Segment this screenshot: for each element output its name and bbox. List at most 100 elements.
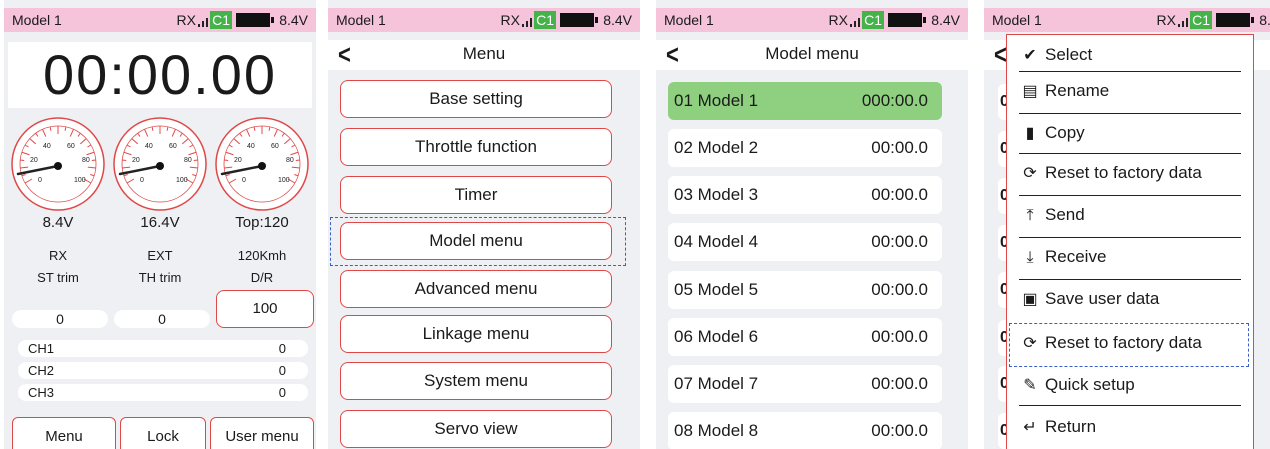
battery-icon [888, 13, 926, 27]
popup-item-select[interactable]: ✔ Select [1019, 45, 1241, 65]
popup-item-rename[interactable]: ▤ Rename [1019, 81, 1241, 101]
menu-item-model-menu[interactable]: Model menu [340, 222, 612, 260]
model-options-popup: ✔ Select ▤ Rename ▮ Copy ⟳ Reset to factory … [1006, 34, 1254, 449]
gauge-tick-label: 20 [234, 157, 242, 164]
model-menu-screen: Model 1 RX C1 8.4V < Model menu 01 Model… [656, 0, 968, 449]
gauge-tick-label: 60 [271, 143, 279, 150]
popup-item-reset-factory[interactable]: ⟳ Reset to factory data [1019, 163, 1241, 183]
check-icon: ✔ [1023, 47, 1037, 64]
popup-item-save-user-data[interactable]: ▣ Save user data [1019, 289, 1241, 309]
popup-item-label: Quick setup [1045, 375, 1135, 394]
gauge-dial: 20 40 60 80 0 100 [113, 117, 207, 211]
gauge-tick-label: 60 [67, 143, 75, 150]
gauge-tick-label: 0 [140, 177, 144, 184]
popup-item-send[interactable]: ⤒ Send [1019, 205, 1241, 225]
model-time: 00:00.0 [871, 280, 928, 299]
divider [1019, 237, 1241, 238]
divider [1019, 405, 1241, 406]
popup-item-label: Return [1045, 417, 1097, 436]
model-time: 00:00.0 [871, 374, 928, 393]
menu-item-servo-view[interactable]: Servo view [340, 410, 612, 448]
gauge-tick-label: 40 [247, 143, 255, 150]
popup-item-label: Select [1045, 45, 1093, 64]
page-title: Menu [462, 44, 506, 63]
menu-item-system-menu[interactable]: System menu [340, 362, 612, 400]
menu-button[interactable]: Menu [12, 417, 116, 449]
dr-label: D/R [250, 270, 274, 285]
gauge-1-value: 8.4V [42, 214, 74, 231]
divider [1019, 113, 1241, 114]
status-c1-badge: C1 [862, 11, 884, 29]
status-model-name: Model 1 [336, 12, 386, 28]
status-rx-label: RX [500, 12, 520, 28]
nav-bar: < Menu [328, 39, 640, 70]
divider [1019, 195, 1241, 196]
model-time: 00:00.0 [871, 138, 928, 157]
status-voltage: 8.4V [1259, 12, 1270, 28]
popup-item-quick-setup[interactable]: ✎ Quick setup [1019, 375, 1241, 395]
gauge-tick-label: 20 [30, 157, 38, 164]
back-icon[interactable]: < [994, 39, 1007, 70]
gauge-tick-label: 100 [278, 177, 290, 184]
menu-item-throttle-function[interactable]: Throttle function [340, 128, 612, 166]
model-name: 06 Model 6 [674, 327, 759, 346]
copy-icon: ▮ [1025, 125, 1035, 142]
gauge-dial: 20 40 60 80 0 100 [215, 117, 309, 211]
status-bar: Model 1 RX C1 8.4V [328, 8, 640, 32]
battery-icon [236, 13, 274, 27]
st-trim-value[interactable]: 0 [12, 310, 108, 328]
channel-row: CH2 0 [18, 362, 308, 379]
gauge-2-name: EXT [147, 248, 173, 263]
status-rx-label: RX [1156, 12, 1176, 28]
th-trim-label: TH trim [138, 270, 182, 285]
model-row[interactable]: 08 Model 8 00:00.0 [668, 412, 942, 449]
status-voltage: 8.4V [931, 12, 960, 28]
model-name: 05 Model 5 [674, 280, 759, 299]
popup-item-label: Reset to factory data [1045, 163, 1202, 182]
popup-item-label: Copy [1045, 123, 1085, 142]
popup-item-reset-factory-2[interactable]: ⟳ Reset to factory data [1019, 333, 1241, 353]
model-row[interactable]: 04 Model 4 00:00.0 [668, 223, 942, 261]
menu-item-linkage-menu[interactable]: Linkage menu [340, 315, 612, 353]
model-time: 000:00.0 [861, 91, 928, 110]
lock-button[interactable]: Lock [120, 417, 206, 449]
model-row[interactable]: 07 Model 7 00:00.0 [668, 365, 942, 403]
model-time: 00:00.0 [871, 421, 928, 440]
popup-item-label: Save user data [1045, 289, 1160, 308]
dr-value[interactable]: 100 [216, 290, 314, 328]
menu-item-base-setting[interactable]: Base setting [340, 80, 612, 118]
gauge-1-name: RX [48, 248, 68, 263]
menu-item-timer[interactable]: Timer [340, 176, 612, 214]
gauge-tick-label: 100 [74, 177, 86, 184]
model-time: 00:00.0 [871, 185, 928, 204]
save-icon: ▣ [1022, 291, 1038, 308]
channel-row: CH1 0 [18, 340, 308, 357]
home-screen: Model 1 RX C1 8.4V 00:00.00 20 40 60 80 0 100… [4, 0, 316, 449]
status-voltage: 8.4V [603, 12, 632, 28]
timer-display[interactable]: 00:00.00 [8, 42, 312, 108]
status-c1-badge: C1 [210, 11, 232, 29]
channel-name: CH2 [28, 363, 55, 378]
pencil-icon: ✎ [1023, 377, 1037, 394]
user-menu-button[interactable]: User menu [210, 417, 314, 449]
model-row[interactable]: 02 Model 2 00:00.0 [668, 129, 942, 167]
model-row[interactable]: 06 Model 6 00:00.0 [668, 318, 942, 356]
gauge-hub [258, 162, 266, 170]
model-row[interactable]: 05 Model 5 00:00.0 [668, 271, 942, 309]
model-name: 08 Model 8 [674, 421, 759, 440]
channel-value: 0 [278, 363, 286, 378]
popup-item-receive[interactable]: ⤓ Receive [1019, 247, 1241, 267]
model-row-selected[interactable]: 01 Model 1 000:00.0 [668, 82, 942, 120]
status-model-name: Model 1 [12, 12, 62, 28]
gauge-tick-label: 60 [169, 143, 177, 150]
gauge-dial: 20 40 60 80 0 100 [11, 117, 105, 211]
menu-item-advanced-menu[interactable]: Advanced menu [340, 270, 612, 308]
popup-item-copy[interactable]: ▮ Copy [1019, 123, 1241, 143]
model-row[interactable]: 03 Model 3 00:00.0 [668, 176, 942, 214]
channel-name: CH1 [28, 341, 55, 356]
th-trim-value[interactable]: 0 [114, 310, 210, 328]
popup-item-return[interactable]: ↵ Return [1019, 417, 1241, 437]
channel-name: CH3 [28, 385, 55, 400]
popup-item-label: Rename [1045, 81, 1110, 100]
refresh-icon: ⟳ [1023, 165, 1037, 182]
